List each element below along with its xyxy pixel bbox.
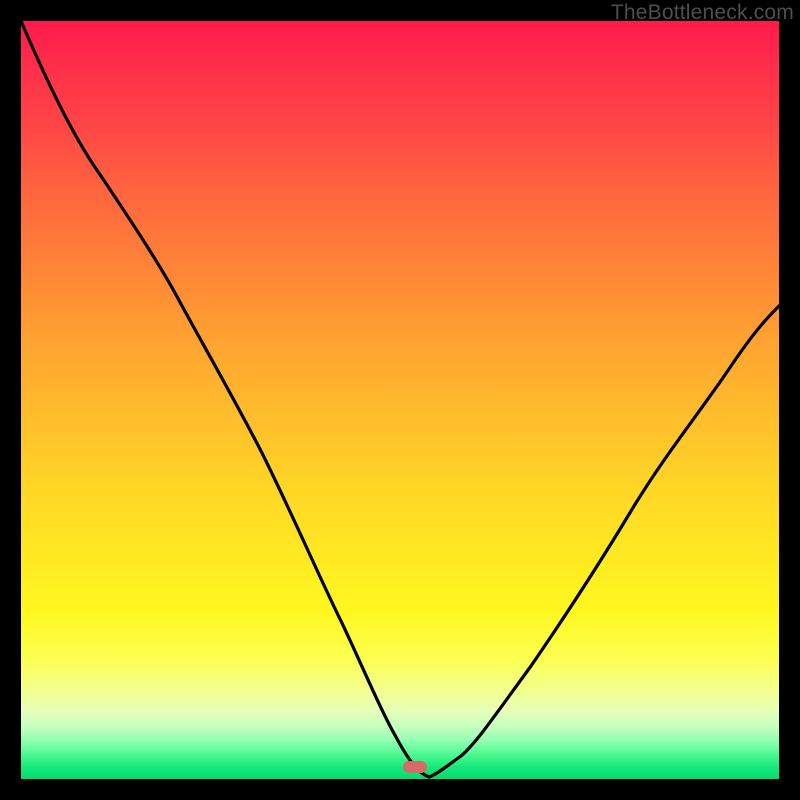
optimal-point-marker: [403, 761, 427, 773]
chart-frame: [21, 21, 779, 779]
bottleneck-curve-path: [21, 21, 779, 777]
chart-curve-svg: [21, 21, 779, 779]
